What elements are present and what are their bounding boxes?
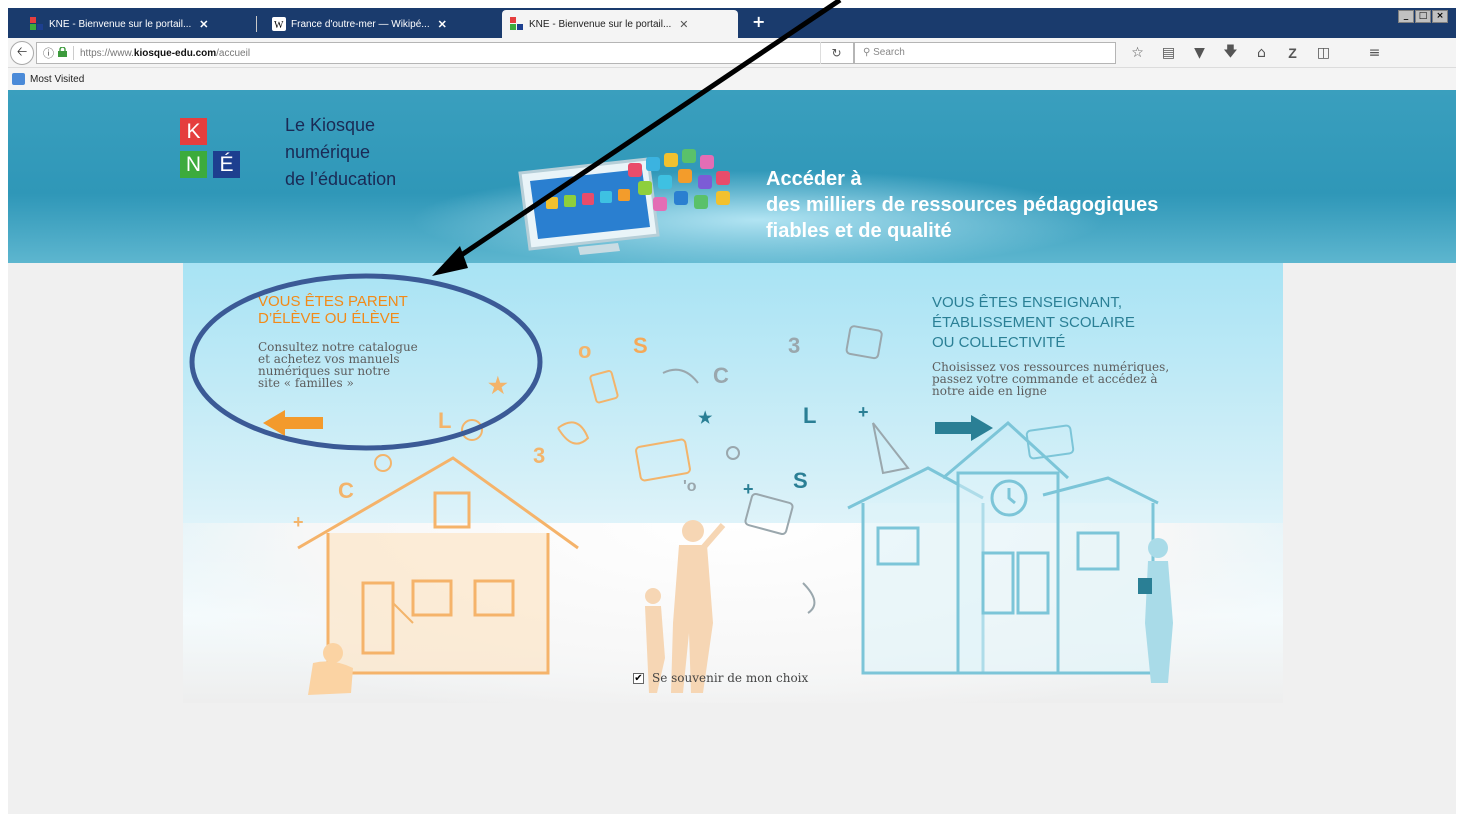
kne-favicon-icon bbox=[30, 17, 44, 31]
tagline-line: fiables et de qualité bbox=[766, 220, 952, 242]
lock-icon bbox=[58, 45, 67, 60]
svg-text:3: 3 bbox=[533, 443, 545, 468]
svg-text:C: C bbox=[713, 363, 729, 388]
tablet-apps-illustration bbox=[518, 149, 730, 255]
pocket-icon[interactable]: ▼ bbox=[1184, 45, 1215, 61]
toolbar-icons: ☆ ▤ ▼ 🡇 ⌂ Z ◫ ≡ bbox=[1122, 42, 1390, 64]
tab-strip: KNE - Bienvenue sur le portail... ✕ W Fr… bbox=[8, 8, 1456, 38]
search-input[interactable]: ⚲ Search bbox=[854, 42, 1116, 64]
remember-choice[interactable]: ✔ Se souvenir de mon choix bbox=[633, 671, 808, 685]
svg-text:L: L bbox=[438, 408, 451, 433]
search-placeholder: Search bbox=[873, 47, 905, 58]
svg-text:'o: 'o bbox=[683, 478, 697, 495]
maximize-icon[interactable]: □ bbox=[1415, 10, 1431, 23]
parent-title-line: VOUS ÊTES PARENT bbox=[258, 293, 408, 310]
wikipedia-favicon-icon: W bbox=[272, 17, 286, 31]
svg-text:3: 3 bbox=[788, 333, 800, 358]
school-icon bbox=[847, 421, 1159, 675]
url-divider bbox=[73, 46, 74, 60]
tagline: Accéder à des milliers de ressources péd… bbox=[766, 166, 1158, 244]
parent-child-silhouette bbox=[645, 520, 726, 693]
teacher-title-line: VOUS ÊTES ENSEIGNANT, bbox=[932, 294, 1123, 311]
svg-text:S: S bbox=[793, 468, 808, 493]
parent-section-description: Consultez notre catalogue et achetez vos… bbox=[258, 341, 488, 389]
tab-title: France d'outre-mer — Wikipé... bbox=[291, 18, 430, 30]
tagline-line: Accéder à bbox=[766, 168, 862, 190]
menu-icon[interactable]: ≡ bbox=[1359, 45, 1390, 61]
teacher-section-description: Choisissez vos ressources numériques, pa… bbox=[932, 361, 1232, 397]
logo-letter-k: K bbox=[180, 118, 207, 145]
bookmark-most-visited[interactable]: Most Visited bbox=[30, 74, 84, 85]
kne-logo[interactable]: K N É bbox=[180, 118, 248, 184]
site-name-line: de l’éducation bbox=[285, 169, 397, 189]
star-icon[interactable]: ☆ bbox=[1122, 45, 1153, 61]
parent-desc-line: site « familles » bbox=[258, 376, 354, 390]
url-host: kiosque-edu.com bbox=[133, 47, 217, 59]
url-prefix: https://www. bbox=[80, 47, 134, 59]
info-icon[interactable]: ⓘ bbox=[43, 45, 54, 61]
close-tab-icon[interactable]: ✕ bbox=[199, 18, 208, 31]
browser-tab-bar: KNE - Bienvenue sur le portail... ✕ W Fr… bbox=[0, 0, 1463, 38]
home-icon[interactable]: ⌂ bbox=[1246, 45, 1277, 61]
close-tab-icon[interactable]: ✕ bbox=[679, 18, 688, 31]
site-header: K N É Le Kiosque numérique de l’éducatio… bbox=[8, 90, 1456, 270]
profile-chooser: S o C 3 S 3 C L L ★ ★ + + + 'o VOUS ÊTES… bbox=[183, 263, 1283, 703]
site-name-line: Le Kiosque bbox=[285, 115, 376, 135]
tab-title: KNE - Bienvenue sur le portail... bbox=[529, 18, 672, 30]
svg-text:W: W bbox=[274, 20, 284, 31]
site-name: Le Kiosque numérique de l’éducation bbox=[285, 112, 396, 193]
kne-favicon-icon bbox=[510, 17, 524, 31]
svg-text:o: o bbox=[578, 338, 591, 363]
navigation-toolbar: 🡠 ⓘ https://www. kiosque-edu.com /accuei… bbox=[8, 38, 1456, 68]
tagline-line: des milliers de ressources pédagogiques bbox=[766, 194, 1159, 216]
svg-text:+: + bbox=[293, 512, 304, 532]
svg-text:★: ★ bbox=[488, 373, 508, 398]
tab-wikipedia[interactable]: W France d'outre-mer — Wikipé... ✕ bbox=[264, 10, 496, 38]
download-icon[interactable]: 🡇 bbox=[1215, 41, 1246, 65]
right-arrow-icon[interactable] bbox=[933, 413, 995, 443]
tab-divider bbox=[256, 16, 257, 32]
bookmark-folder-icon bbox=[12, 73, 25, 85]
parent-title-line: D’ÉLÈVE OU ÉLÈVE bbox=[258, 310, 400, 327]
svg-text:L: L bbox=[803, 403, 816, 428]
svg-text:C: C bbox=[338, 478, 354, 503]
url-path: /accueil bbox=[216, 47, 251, 59]
search-icon: ⚲ bbox=[863, 47, 871, 58]
svg-text:S: S bbox=[633, 333, 648, 358]
teacher-title-line: ÉTABLISSEMENT SCOLAIRE bbox=[932, 314, 1135, 331]
tab-kne-active[interactable]: KNE - Bienvenue sur le portail... ✕ bbox=[502, 10, 738, 38]
minimize-icon[interactable]: _ bbox=[1398, 10, 1414, 23]
teacher-section-title[interactable]: VOUS ÊTES ENSEIGNANT, ÉTABLISSEMENT SCOL… bbox=[932, 293, 1135, 353]
svg-text:★: ★ bbox=[698, 410, 713, 427]
logo-letter-n: N bbox=[180, 151, 207, 178]
new-tab-button[interactable]: + bbox=[752, 12, 765, 31]
address-bar[interactable]: ⓘ https://www. kiosque-edu.com /accueil bbox=[36, 42, 854, 64]
zotero-icon[interactable]: Z bbox=[1277, 45, 1308, 61]
reload-icon[interactable]: ↻ bbox=[820, 42, 852, 64]
tab-kne-1[interactable]: KNE - Bienvenue sur le portail... ✕ bbox=[22, 10, 250, 38]
left-arrow-icon[interactable] bbox=[263, 408, 325, 438]
parent-section-title[interactable]: VOUS ÊTES PARENT D’ÉLÈVE OU ÉLÈVE bbox=[258, 293, 408, 327]
sidebar-icon[interactable]: ◫ bbox=[1308, 45, 1339, 61]
tab-title: KNE - Bienvenue sur le portail... bbox=[49, 18, 192, 30]
page-content: K N É Le Kiosque numérique de l’éducatio… bbox=[8, 90, 1456, 814]
site-name-line: numérique bbox=[285, 142, 371, 162]
teacher-title-line: OU COLLECTIVITÉ bbox=[932, 334, 1066, 351]
close-tab-icon[interactable]: ✕ bbox=[438, 18, 447, 31]
back-arrow-icon[interactable]: 🡠 bbox=[10, 41, 34, 65]
reading-list-icon[interactable]: ▤ bbox=[1153, 45, 1184, 61]
logo-letter-e: É bbox=[213, 151, 240, 178]
bookmarks-toolbar: Most Visited bbox=[8, 68, 1456, 90]
remember-checkbox[interactable]: ✔ bbox=[633, 672, 644, 684]
window-controls: _ □ × bbox=[1398, 10, 1448, 23]
svg-text:+: + bbox=[858, 402, 869, 422]
teacher-desc-line: notre aide en ligne bbox=[932, 384, 1047, 398]
remember-label: Se souvenir de mon choix bbox=[652, 671, 809, 685]
close-window-icon[interactable]: × bbox=[1432, 10, 1448, 23]
